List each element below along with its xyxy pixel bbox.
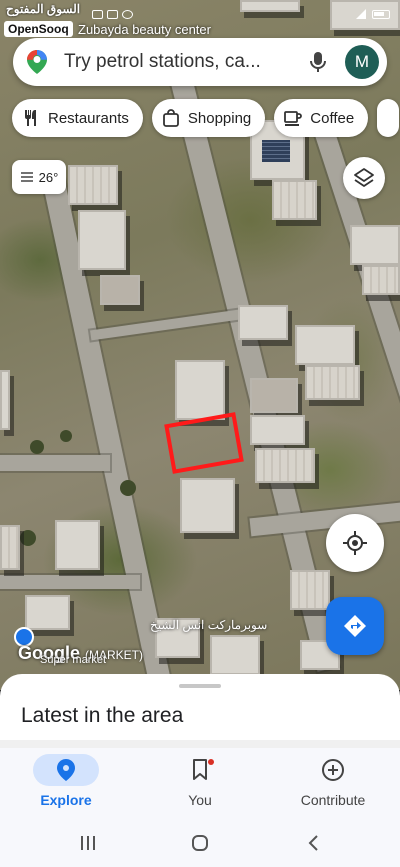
- road: [0, 575, 140, 589]
- building: [55, 520, 100, 570]
- search-bar[interactable]: Try petrol stations, ca... M: [13, 38, 387, 86]
- nav-pill: [300, 754, 366, 786]
- nav-pill: [33, 754, 99, 786]
- poi-sublabel: Super market: [40, 654, 107, 666]
- bookmark-icon: [193, 759, 207, 780]
- status-bar: السوق المفتوح OpenSooq Zubayda beauty ce…: [0, 0, 400, 37]
- account-avatar[interactable]: M: [345, 45, 379, 79]
- building: [272, 180, 317, 220]
- tree: [60, 430, 72, 442]
- chip-label: Restaurants: [48, 109, 129, 127]
- notification-dot: [208, 759, 214, 765]
- recent-apps-icon[interactable]: [79, 834, 97, 852]
- building: [78, 210, 126, 270]
- signal-icon: [356, 9, 366, 19]
- coffee-cup-icon: [284, 111, 303, 126]
- category-chips: Restaurants Shopping Coffee: [12, 99, 400, 137]
- building: [305, 365, 360, 400]
- nav-you[interactable]: You: [135, 748, 265, 817]
- building: [0, 525, 20, 570]
- avatar-initial: M: [354, 52, 370, 71]
- building: [255, 448, 315, 483]
- directions-arrow-icon: [344, 615, 366, 637]
- notification-icon: [107, 10, 118, 19]
- weather-temp: 26°: [38, 169, 59, 185]
- road: [0, 455, 110, 471]
- nav-contribute[interactable]: Contribute: [268, 748, 398, 817]
- building: [180, 478, 235, 533]
- nav-pill: [167, 754, 233, 786]
- building: [238, 305, 288, 340]
- building: [25, 595, 70, 630]
- notification-icon: [92, 10, 103, 19]
- notification-icons: [92, 10, 133, 19]
- microphone-icon[interactable]: [307, 50, 329, 74]
- system-navigation-bar: [0, 817, 400, 867]
- building: [100, 275, 140, 305]
- battery-icon: [372, 9, 390, 19]
- chip-label: Coffee: [310, 109, 355, 127]
- building: [290, 570, 330, 610]
- building: [210, 635, 260, 675]
- weather-chip[interactable]: 26°: [12, 160, 66, 194]
- chip-more[interactable]: [377, 99, 400, 137]
- chip-label: Shopping: [187, 109, 252, 127]
- sheet-drag-handle[interactable]: [179, 684, 221, 688]
- building: [295, 325, 355, 365]
- layers-icon: [354, 168, 374, 187]
- building: [68, 165, 118, 205]
- map-place-label: Zubayda beauty center: [78, 22, 211, 37]
- bottom-navigation: Explore You Contribute: [0, 748, 400, 817]
- building: [250, 415, 305, 445]
- location-pin-icon: [57, 759, 75, 781]
- nav-label: Contribute: [300, 792, 366, 808]
- home-icon[interactable]: [191, 834, 209, 852]
- watermark-arabic: السوق المفتوح: [6, 2, 81, 16]
- tree: [20, 530, 36, 546]
- haze-icon: [20, 172, 33, 182]
- building: [175, 360, 225, 420]
- instagram-icon: [122, 10, 133, 19]
- fork-knife-icon: [25, 110, 36, 126]
- nav-explore[interactable]: Explore: [1, 748, 131, 817]
- sheet-title: Latest in the area: [21, 704, 184, 727]
- tree: [30, 440, 44, 454]
- system-icons: [356, 9, 390, 19]
- road: [90, 309, 240, 341]
- layers-button[interactable]: [343, 157, 385, 199]
- solar-panels: [262, 140, 290, 162]
- building: [250, 378, 298, 413]
- nav-label: You: [188, 792, 212, 808]
- building: [350, 225, 400, 265]
- chip-coffee[interactable]: Coffee: [274, 99, 369, 137]
- directions-button[interactable]: [326, 597, 384, 655]
- my-location-button[interactable]: [326, 514, 384, 572]
- tree: [120, 480, 136, 496]
- chip-shopping[interactable]: Shopping: [151, 99, 266, 137]
- poi-label-arabic[interactable]: سوبرماركت انس الشيخ: [150, 618, 267, 632]
- shopping-bag-icon: [162, 109, 179, 127]
- parcel-outline: [164, 412, 244, 474]
- maps-logo-icon: [27, 50, 47, 74]
- poi-arabic-text: سوبرماركت انس الشيخ: [150, 618, 268, 632]
- add-circle-icon: [322, 759, 344, 781]
- chip-restaurants[interactable]: Restaurants: [12, 99, 143, 137]
- back-icon[interactable]: [305, 834, 323, 852]
- building: [362, 265, 400, 295]
- nav-label: Explore: [40, 792, 92, 808]
- search-placeholder[interactable]: Try petrol stations, ca...: [64, 51, 292, 73]
- crosshair-icon: [343, 531, 367, 555]
- building: [0, 370, 10, 430]
- watermark-brand: OpenSooq: [4, 21, 73, 37]
